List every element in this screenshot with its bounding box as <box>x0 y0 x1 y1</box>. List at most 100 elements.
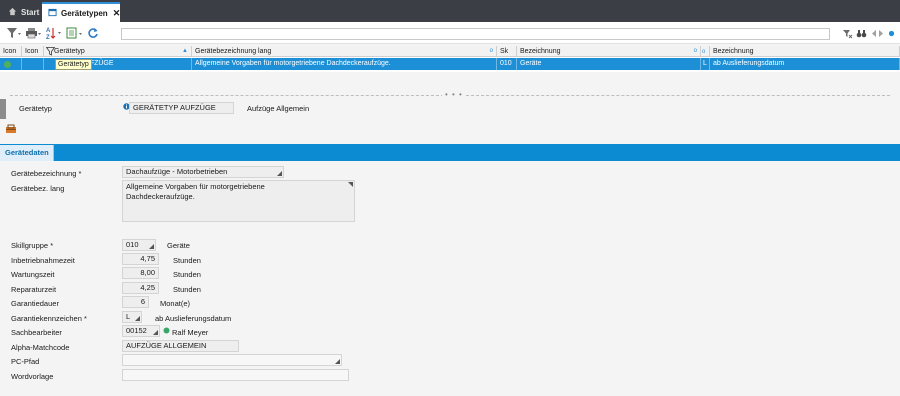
print-button[interactable] <box>25 26 43 40</box>
alpha-matchcode-label: Alpha-Matchcode <box>11 343 70 352</box>
export-icon <box>66 27 82 39</box>
column-header-icon-2[interactable]: Icon <box>22 46 44 57</box>
filter-clear-icon <box>843 29 853 38</box>
skillgruppe-field[interactable]: 010 <box>122 239 156 251</box>
column-header-geraetetyp[interactable]: Gerätetyp ▲ <box>44 46 192 57</box>
pc-pfad-field[interactable] <box>122 354 342 366</box>
column-header-sk[interactable]: Sk <box>497 46 517 57</box>
column-header-icon[interactable]: Icon <box>0 46 22 57</box>
cell-sk-bezeichnung[interactable]: Geräte <box>517 58 701 70</box>
record-dot-icon <box>888 30 895 36</box>
garantiekennzeichen-field[interactable]: L <box>122 311 142 323</box>
reparaturzeit-label: Reparaturzeit <box>11 285 57 294</box>
reparaturzeit-field[interactable]: 4,25 <box>122 282 159 294</box>
dropdown-corner-icon <box>153 330 158 335</box>
toolbox-icon[interactable] <box>5 124 17 136</box>
column-tooltip: Gerätetyp <box>55 59 92 70</box>
tab-start[interactable]: Start <box>2 2 40 22</box>
wartungszeit-field[interactable]: 8,00 <box>122 267 159 279</box>
filter-clear-button[interactable] <box>842 26 853 40</box>
filter-button[interactable] <box>6 26 22 40</box>
resize-corner-icon <box>335 359 340 364</box>
nav-prev-button[interactable] <box>870 26 877 40</box>
status-dot-icon <box>163 327 170 336</box>
status-refresh-icon <box>4 60 11 68</box>
sachbearbeiter-value: 00152 <box>126 326 147 335</box>
column-header-bezeichnung-2[interactable]: Bezeichnung <box>710 46 900 57</box>
tab-bar: Start Gerätetypen ✕ <box>0 0 900 22</box>
record-dot-button[interactable] <box>888 26 895 40</box>
dropdown-corner-icon <box>135 316 140 321</box>
sort-az-icon: AZ <box>46 28 61 40</box>
svg-text:A: A <box>46 28 51 34</box>
search-input[interactable] <box>121 28 830 40</box>
column-header-bezeichnung-lang-label: Gerätebezeichnung lang <box>195 48 272 55</box>
wordvorlage-field[interactable] <box>122 369 349 381</box>
column-header-bezeichnung-lang[interactable]: Gerätebezeichnung lang o <box>192 46 497 57</box>
cell-bezeichnung-lang[interactable]: Allgemeine Vorgaben für motorgetriebene … <box>192 58 497 70</box>
binoculars-button[interactable] <box>856 26 867 40</box>
sachbearbeiter-label: Sachbearbeiter <box>11 328 62 337</box>
export-button[interactable] <box>66 26 84 40</box>
inbetriebnahmezeit-unit: Stunden <box>173 256 201 265</box>
dropdown-corner-icon <box>149 244 154 249</box>
panel-resize-handle[interactable] <box>0 99 6 119</box>
inbetriebnahmezeit-label: Inbetriebnahmezeit <box>11 256 75 265</box>
info-geraetetyp-field: GERÄTETYP AUFZÜGE <box>129 102 234 114</box>
tab-geraetetypen[interactable]: Gerätetypen ✕ <box>42 2 120 22</box>
alpha-matchcode-field[interactable]: AUFZÜGE ALLGEMEIN <box>122 340 239 352</box>
geraetebez-lang-label: Gerätebez. lang <box>11 184 65 193</box>
skillgruppe-value: 010 <box>126 240 139 249</box>
garantiekennzeichen-label: Garantiekennzeichen * <box>11 314 87 323</box>
row-icon-cell-2[interactable] <box>22 58 44 70</box>
column-header-bezeichnung-label: Bezeichnung <box>520 48 561 55</box>
close-icon[interactable]: ✕ <box>113 8 121 19</box>
refresh-button[interactable] <box>87 26 99 40</box>
sachbearbeiter-name: Ralf Meyer <box>172 328 209 337</box>
column-option-icon: o <box>489 48 493 54</box>
geraetebez-lang-line1: Allgemeine Vorgaben für motorgetriebene <box>126 182 265 191</box>
geraetebezeichnung-value: Dachaufzüge - Motorbetrieben <box>126 167 228 176</box>
refresh-icon <box>88 28 98 38</box>
info-geraetetyp-label: Gerätetyp <box>19 104 52 113</box>
geraetebezeichnung-field[interactable]: Dachaufzüge - Motorbetrieben <box>122 166 284 178</box>
row-icon-cell[interactable] <box>0 58 22 70</box>
pc-pfad-label: PC-Pfad <box>11 357 40 366</box>
nav-prev-icon <box>872 29 876 37</box>
garantiekennzeichen-text: ab Auslieferungsdatum <box>155 314 232 323</box>
toolbar: AZ <box>0 22 900 44</box>
nav-next-button[interactable] <box>878 26 885 40</box>
data-grid: Icon Icon Gerätetyp ▲ Gerätebezeichnung … <box>0 46 900 72</box>
window-icon <box>48 8 57 19</box>
tab-geraetedaten[interactable]: Gerätedaten <box>0 145 54 161</box>
wartungszeit-label: Wartungszeit <box>11 270 55 279</box>
filter-icon <box>7 28 21 38</box>
garantiedauer-unit: Monat(e) <box>160 299 191 308</box>
binoculars-icon <box>856 29 867 37</box>
cell-g-bezeichnung[interactable]: ab Auslieferungsdatum <box>710 58 900 70</box>
garantiedauer-field[interactable]: 6 <box>122 296 149 308</box>
geraetebezeichnung-label: Gerätebezeichnung * <box>11 169 82 178</box>
info-description: Aufzüge Allgemein <box>247 104 310 113</box>
section-header-bar <box>0 144 900 161</box>
geraetebez-lang-field[interactable]: Allgemeine Vorgaben für motorgetriebene … <box>122 180 355 222</box>
column-header-bezeichnung[interactable]: Bezeichnung o <box>517 46 701 57</box>
sachbearbeiter-field[interactable]: 00152 <box>122 325 160 337</box>
column-header-g[interactable]: o <box>701 46 710 57</box>
tab-start-label: Start <box>21 7 40 17</box>
svg-text:Z: Z <box>46 35 50 40</box>
wartungszeit-unit: Stunden <box>173 270 201 279</box>
tab-geraetetypen-label: Gerätetypen <box>61 8 108 18</box>
splitter-grip[interactable]: • • • <box>442 90 466 99</box>
column-filter-icon[interactable] <box>45 47 56 58</box>
sort-button[interactable]: AZ <box>45 26 63 40</box>
resize-corner-icon <box>277 171 282 176</box>
print-icon <box>26 28 41 39</box>
cell-g[interactable]: L <box>701 58 710 70</box>
reparaturzeit-unit: Stunden <box>173 285 201 294</box>
skillgruppe-label: Skillgruppe * <box>11 241 54 250</box>
home-icon <box>8 7 17 18</box>
garantiedauer-label: Garantiedauer <box>11 299 59 308</box>
inbetriebnahmezeit-field[interactable]: 4,75 <box>122 253 159 265</box>
cell-sk[interactable]: 010 <box>497 58 517 70</box>
